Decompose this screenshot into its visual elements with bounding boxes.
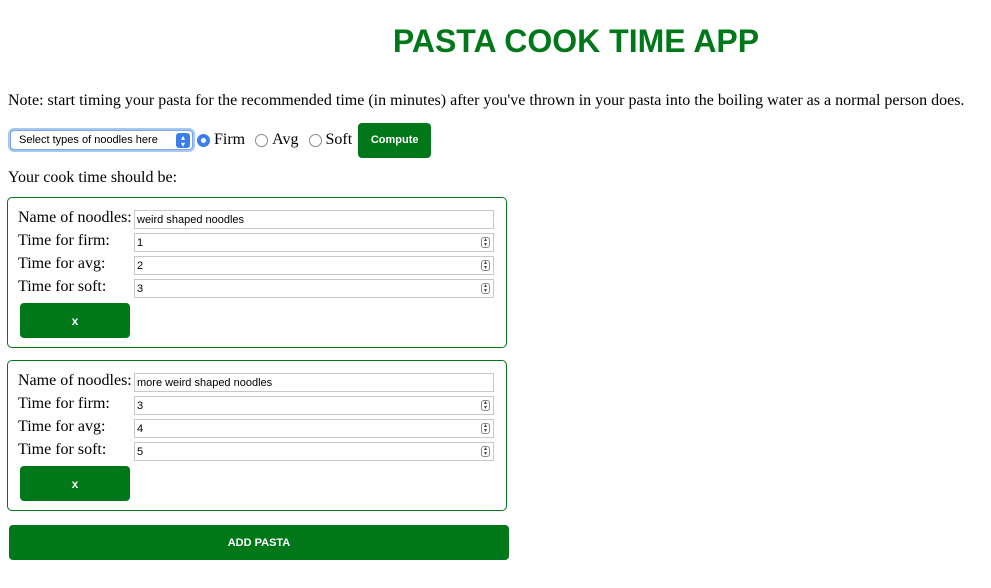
remove-pasta-button[interactable]: x [20,466,130,501]
avg-time-value: 4 [137,422,144,435]
avg-label: Time for avg: [18,255,106,272]
stepper-icon[interactable]: ▴ ▾ [481,423,490,434]
noodle-name-value: weird shaped noodles [137,213,245,226]
firm-time-input[interactable]: 3 ▴ ▾ [134,396,494,415]
soft-time-input[interactable]: 3 ▴ ▾ [134,279,494,298]
firm-label: Time for firm: [18,232,110,249]
page: PASTA COOK TIME APP Note: start timing y… [0,0,991,588]
pasta-card: Name of noodles: more weird shaped noodl… [7,360,507,511]
radio-option-avg[interactable]: Avg [255,131,304,149]
firm-time-value: 3 [137,399,144,412]
radio-firm[interactable] [197,133,210,147]
stepper-icon[interactable]: ▴ ▾ [481,283,490,294]
soft-time-value: 5 [137,445,144,458]
controls-bar: Select types of noodles here ▴ ▾ Firm Avg… [8,122,432,158]
radio-avg[interactable] [255,133,269,147]
radio-avg-label: Avg [272,131,299,148]
soft-label: Time for soft: [18,441,107,458]
noodle-name-value: more weird shaped noodles [137,376,273,389]
avg-time-input[interactable]: 2 ▴ ▾ [134,256,494,275]
page-title: PASTA COOK TIME APP [392,23,760,59]
firm-time-input[interactable]: 1 ▴ ▾ [134,233,494,252]
avg-time-input[interactable]: 4 ▴ ▾ [134,419,494,438]
name-label: Name of noodles: [18,372,132,389]
instructions-note: Note: start timing your pasta for the re… [8,92,965,109]
remove-pasta-button[interactable]: x [20,303,130,338]
add-pasta-button[interactable]: ADD PASTA [9,525,509,560]
soft-time-input[interactable]: 5 ▴ ▾ [134,442,494,461]
soft-time-value: 3 [137,282,144,295]
radio-firm-label: Firm [214,131,246,148]
radio-soft-label: Soft [325,131,353,148]
stepper-icon[interactable]: ▴ ▾ [481,260,490,271]
avg-label: Time for avg: [18,418,106,435]
chevron-updown-icon: ▴ ▾ [176,133,190,148]
pasta-card: Name of noodles: weird shaped noodles Ti… [7,197,507,348]
soft-label: Time for soft: [18,278,107,295]
result-label: Your cook time should be: [8,169,178,186]
radio-option-soft[interactable]: Soft [308,131,359,149]
firm-label: Time for firm: [18,395,110,412]
stepper-icon[interactable]: ▴ ▾ [481,400,490,411]
radio-soft[interactable] [308,133,322,147]
avg-time-value: 2 [137,259,144,272]
noodle-name-input[interactable]: weird shaped noodles [134,210,494,229]
compute-button[interactable]: Compute [358,122,432,158]
noodle-name-input[interactable]: more weird shaped noodles [134,373,494,392]
radio-option-firm[interactable]: Firm [197,131,251,149]
firm-time-value: 1 [137,236,144,249]
name-label: Name of noodles: [18,209,132,226]
noodle-type-select-value: Select types of noodles here [19,134,158,146]
noodle-type-select[interactable]: Select types of noodles here ▴ ▾ [10,130,193,150]
stepper-icon[interactable]: ▴ ▾ [481,446,490,457]
stepper-icon[interactable]: ▴ ▾ [481,237,490,248]
